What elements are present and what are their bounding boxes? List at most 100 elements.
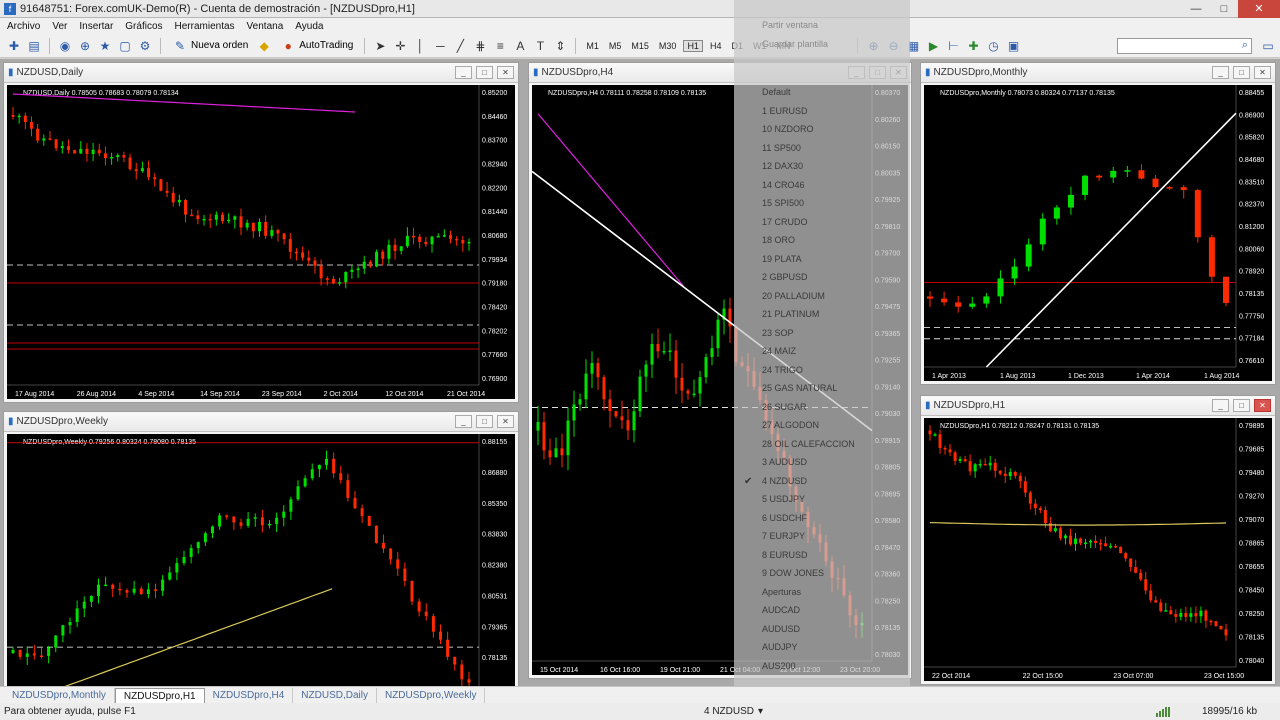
template-menu-item[interactable]: 4 NZDUSD (762, 476, 807, 486)
chart-close-button[interactable]: ✕ (497, 66, 514, 79)
menu-insertar[interactable]: Insertar (76, 21, 122, 32)
template-menu-item[interactable]: 27 ALGODON (762, 420, 819, 430)
menu-herramientas[interactable]: Herramientas (172, 21, 244, 32)
template-menu-item[interactable]: Default (762, 87, 791, 97)
template-menu-item[interactable]: 23 SOP (762, 328, 794, 338)
tf-h4[interactable]: H4 (707, 41, 725, 51)
search-input[interactable]: ⌕ (1117, 37, 1252, 54)
chart-minimize-button[interactable]: _ (1212, 399, 1229, 412)
arrows-icon[interactable]: ⇕ (552, 38, 568, 54)
template-menu-item[interactable]: Partir ventana (762, 20, 818, 30)
autotrading-button[interactable]: ● AutoTrading (276, 38, 357, 54)
auto-scroll-icon[interactable]: ▶ (925, 38, 941, 54)
channel-icon[interactable]: ⋕ (472, 38, 488, 54)
template-menu-item[interactable]: 8 EURUSD (762, 550, 808, 560)
template-menu-item[interactable]: 25 GAS NATURAL (762, 383, 837, 393)
maximize-button[interactable]: □ (1210, 0, 1238, 18)
menu-ventana[interactable]: Ventana (244, 21, 293, 32)
template-menu-item[interactable]: 2 GBPUSD (762, 272, 808, 282)
template-menu-item[interactable]: 6 USDCHF (762, 513, 807, 523)
profiles-icon[interactable]: ▤ (26, 38, 42, 54)
chart-h1[interactable]: NZDUSDpro,H1 0.78212 0.78247 0.78131 0.7… (924, 418, 1272, 681)
template-menu-item[interactable]: 18 ORO (762, 235, 795, 245)
chart-monthly[interactable]: NZDUSDpro,Monthly 0.78073 0.80324 0.7713… (924, 85, 1272, 381)
tf-h1[interactable]: H1 (683, 39, 703, 52)
template-menu-item[interactable]: 24 MAIZ (762, 346, 796, 356)
tab-weekly[interactable]: NZDUSDpro,Weekly (377, 688, 486, 703)
template-menu-item[interactable]: AUDJPY (762, 642, 798, 652)
chart-minimize-button[interactable]: _ (455, 66, 472, 79)
indicators-icon[interactable]: ✚ (965, 38, 981, 54)
chart-maximize-button[interactable]: □ (476, 66, 493, 79)
tab-monthly[interactable]: NZDUSDpro,Monthly (4, 688, 115, 703)
template-menu-item[interactable]: 5 USDJPY (762, 494, 805, 504)
template-menu-item[interactable]: 20 PALLADIUM (762, 291, 825, 301)
chart-minimize-button[interactable]: _ (455, 415, 472, 428)
tf-m15[interactable]: M15 (628, 41, 652, 51)
horizontal-line-icon[interactable]: ─ (432, 38, 448, 54)
chart-maximize-button[interactable]: □ (1233, 399, 1250, 412)
fibonacci-icon[interactable]: ≡ (492, 38, 508, 54)
new-chart-icon[interactable]: ✚ (6, 38, 22, 54)
close-button[interactable]: ✕ (1238, 0, 1280, 18)
chart-window-daily[interactable]: ▮ NZDUSD,Daily _ □ ✕ NZDUSD,Daily 0.78505… (3, 62, 519, 403)
template-menu-item[interactable]: 1 EURUSD (762, 106, 808, 116)
chart-shift-icon[interactable]: ⊢ (945, 38, 961, 54)
template-menu-item[interactable]: 3 AUDUSD (762, 457, 807, 467)
chart-close-button[interactable]: ✕ (1254, 399, 1271, 412)
tab-h1[interactable]: NZDUSDpro,H1 (114, 688, 205, 703)
chart-maximize-button[interactable]: □ (1233, 66, 1250, 79)
menu-ayuda[interactable]: Ayuda (292, 21, 332, 32)
template-menu-item[interactable]: AUS200 (762, 661, 796, 671)
template-menu-item[interactable]: AUDUSD (762, 624, 800, 634)
template-menu-item[interactable]: AUDCAD (762, 605, 800, 615)
minimize-button[interactable]: — (1182, 0, 1210, 18)
template-menu-item[interactable]: 28 OIL CALEFACCION (762, 439, 855, 449)
tab-daily[interactable]: NZDUSD,Daily (293, 688, 377, 703)
chart-close-button[interactable]: ✕ (1254, 66, 1271, 79)
template-menu-item[interactable]: 17 CRUDO (762, 217, 808, 227)
tf-m30[interactable]: M30 (656, 41, 680, 51)
data-window-icon[interactable]: ⊕ (77, 38, 93, 54)
template-menu-item[interactable]: 21 PLATINUM (762, 309, 819, 319)
crosshair-icon[interactable]: ✛ (392, 38, 408, 54)
menu-archivo[interactable]: Archivo (4, 21, 49, 32)
template-menu-item[interactable]: 19 PLATA (762, 254, 802, 264)
template-menu-item[interactable]: 12 DAX30 (762, 161, 803, 171)
cursor-icon[interactable]: ➤ (372, 38, 388, 54)
template-menu-item[interactable]: 14 CRO46 (762, 180, 805, 190)
tab-h4[interactable]: NZDUSDpro,H4 (205, 688, 294, 703)
chat-icon[interactable]: ▭ (1260, 38, 1276, 54)
chart-maximize-button[interactable]: □ (476, 415, 493, 428)
chart-weekly[interactable]: NZDUSDpro,Weekly 0.79256 0.80324 0.78080… (7, 434, 515, 720)
navigator-icon[interactable]: ★ (97, 38, 113, 54)
template-menu-item[interactable]: 15 SPI500 (762, 198, 804, 208)
text-icon[interactable]: A (512, 38, 528, 54)
tf-m1[interactable]: M1 (583, 41, 602, 51)
template-menu-item[interactable]: Aperturas (762, 587, 801, 597)
template-menu-item[interactable]: 10 NZDORO (762, 124, 814, 134)
menu-ver[interactable]: Ver (49, 21, 76, 32)
profile-selector[interactable]: 4 NZDUSD ▾ (704, 706, 763, 717)
template-menu-item[interactable]: 24 TRIGO (762, 365, 803, 375)
vertical-line-icon[interactable]: │ (412, 38, 428, 54)
template-menu-item[interactable]: 26 SUGAR (762, 402, 807, 412)
chart-window-weekly[interactable]: ▮ NZDUSDpro,Weekly _ □ ✕ NZDUSDpro,Weekly… (3, 411, 519, 720)
chart-window-h1[interactable]: ▮ NZDUSDpro,H1 _ □ ✕ NZDUSDpro,H1 0.78212… (920, 395, 1276, 685)
periods-icon[interactable]: ◷ (985, 38, 1001, 54)
template-menu-item[interactable]: 11 SP500 (762, 143, 801, 153)
chart-daily[interactable]: NZDUSD,Daily 0.78505 0.78683 0.78079 0.7… (7, 85, 515, 399)
terminal-icon[interactable]: ▢ (117, 38, 133, 54)
templates-icon[interactable]: ▣ (1005, 38, 1021, 54)
market-watch-icon[interactable]: ◉ (57, 38, 73, 54)
tf-m5[interactable]: M5 (606, 41, 625, 51)
new-order-button[interactable]: ✎ Nueva orden (168, 38, 252, 54)
chart-close-button[interactable]: ✕ (497, 415, 514, 428)
menu-graficos[interactable]: Gráficos (122, 21, 171, 32)
tester-icon[interactable]: ⚙ (137, 38, 153, 54)
trendline-icon[interactable]: ╱ (452, 38, 468, 54)
meta-editor-icon[interactable]: ◆ (256, 38, 272, 54)
label-icon[interactable]: T (532, 38, 548, 54)
template-menu-item[interactable]: 7 EURJPY (762, 531, 805, 541)
template-menu-item[interactable]: Guardar plantilla (762, 39, 828, 49)
